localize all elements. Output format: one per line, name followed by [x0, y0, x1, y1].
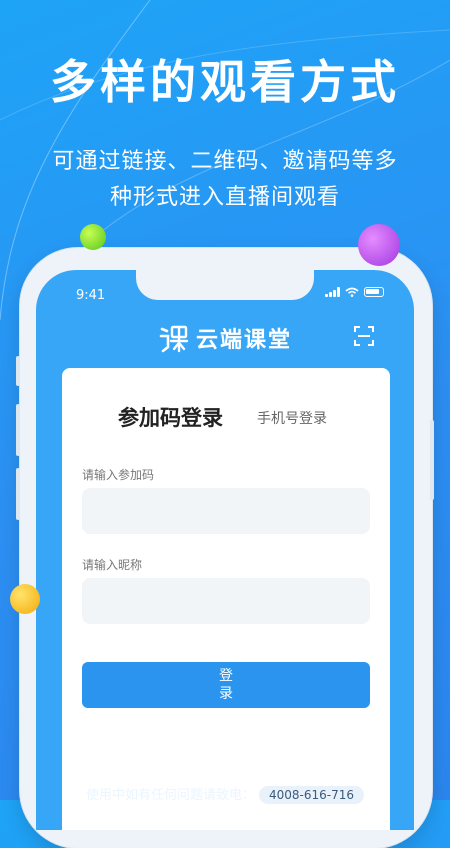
tab-code-login[interactable]: 参加码登录 — [118, 402, 223, 432]
promo-headline: 多样的观看方式 — [50, 55, 400, 109]
status-time: 9:41 — [76, 288, 106, 303]
app-logo-icon — [159, 325, 189, 353]
signal-icon — [325, 287, 340, 297]
support-footer: 使用中如有任何问题请致电： 4008-616-716 — [36, 784, 414, 804]
phone-screen: 9:41 云端课堂 参加码登录 手机号登录 请输入参加码 请输入昵称 登录 使用… — [36, 270, 414, 830]
app-name: 云端课堂 — [196, 328, 293, 353]
code-field-label: 请输入参加码 — [82, 468, 155, 482]
phone-side-button — [16, 404, 20, 456]
login-card: 参加码登录 手机号登录 请输入参加码 请输入昵称 登录 — [62, 368, 390, 830]
decorative-green-dot — [80, 224, 106, 250]
promo-subline-line-2: 种形式进入直播间观看 — [109, 185, 340, 210]
wifi-icon — [345, 287, 359, 297]
battery-icon — [364, 287, 384, 297]
decorative-purple-dot — [358, 224, 400, 266]
nickname-field-label: 请输入昵称 — [82, 558, 143, 572]
app-brand: 云端课堂 — [158, 322, 292, 354]
login-button[interactable]: 登录 — [82, 662, 370, 708]
scan-icon[interactable] — [354, 326, 374, 346]
support-text: 使用中如有任何问题请致电： — [85, 788, 255, 803]
promo-subline: 可通过链接、二维码、邀请码等多 种形式进入直播间观看 — [0, 144, 450, 216]
decorative-yellow-dot — [10, 584, 40, 614]
code-input[interactable] — [82, 488, 370, 534]
tab-phone-login[interactable]: 手机号登录 — [257, 408, 327, 428]
phone-side-button — [430, 420, 434, 500]
status-icons — [325, 287, 384, 297]
phone-side-button — [16, 356, 20, 386]
login-button-label: 登录 — [219, 668, 233, 702]
nickname-input[interactable] — [82, 578, 370, 624]
promo-subline-line-1: 可通过链接、二维码、邀请码等多 — [52, 149, 398, 174]
support-phone[interactable]: 4008-616-716 — [259, 786, 365, 804]
phone-side-button — [16, 468, 20, 520]
phone-notch — [136, 270, 314, 300]
